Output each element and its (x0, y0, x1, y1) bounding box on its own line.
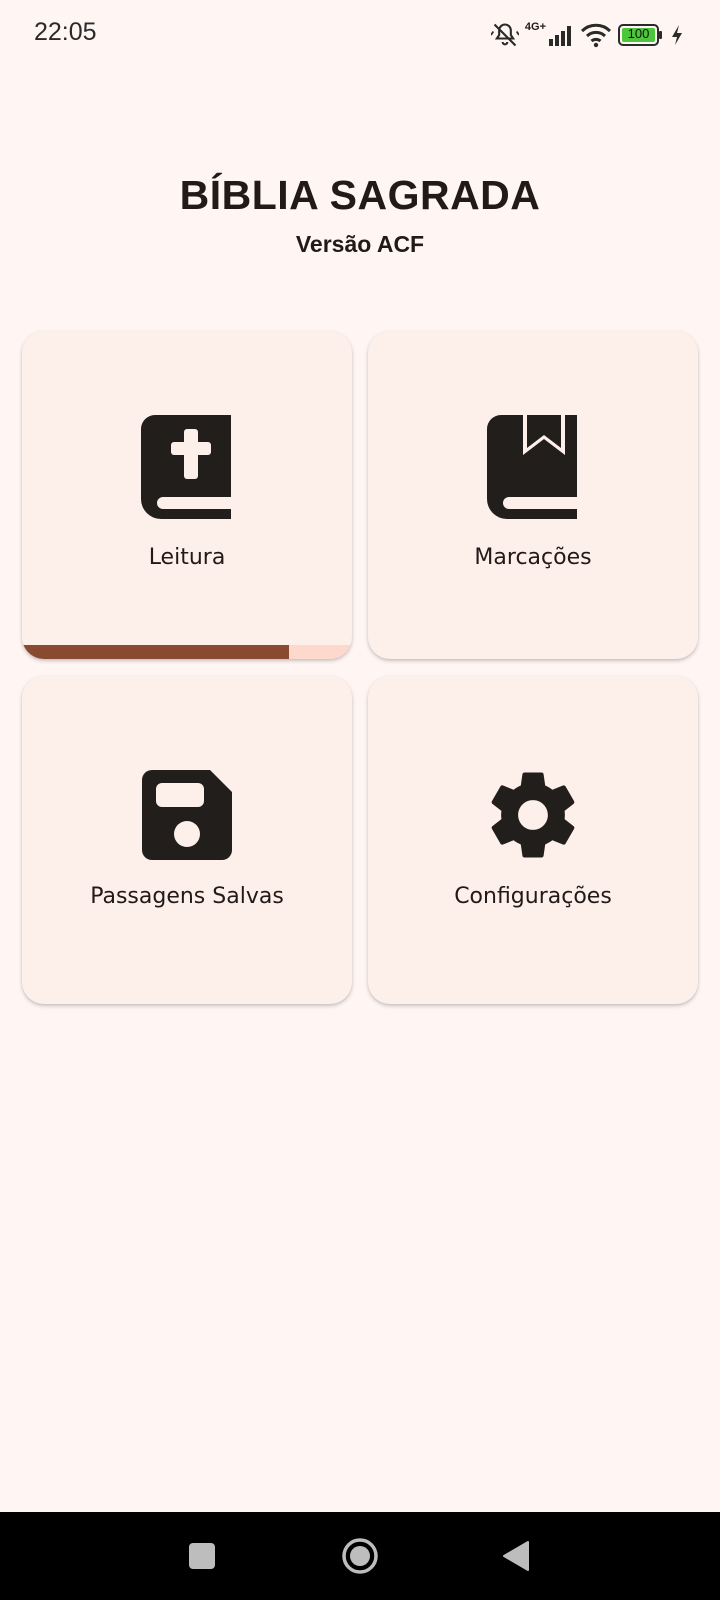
recents-button[interactable] (182, 1536, 222, 1576)
bible-icon (22, 415, 352, 519)
header: BÍBLIA SAGRADA Versão ACF (0, 172, 720, 258)
reading-label: Leitura (148, 545, 226, 570)
app-title: BÍBLIA SAGRADA (179, 172, 541, 218)
charging-bolt-icon (670, 24, 684, 46)
home-button[interactable] (340, 1536, 380, 1576)
wifi-icon (580, 22, 612, 48)
reading-progress-fill (22, 645, 290, 659)
bookmarks-card[interactable]: Marcações (368, 331, 698, 659)
back-button[interactable] (496, 1536, 536, 1576)
signal-icon (548, 23, 574, 47)
app-subtitle: Versão ACF (295, 231, 425, 257)
saved-passages-card[interactable]: Passagens Salvas (22, 676, 352, 1004)
bookmarked-book-icon (368, 415, 698, 519)
muted-bell-icon (490, 21, 519, 49)
circle-icon (342, 1538, 378, 1574)
status-time: 22:05 (34, 18, 97, 46)
status-bar: 22:05 4G+ 100 (0, 0, 720, 70)
settings-label: Configurações (454, 884, 612, 909)
battery-icon: 100 (618, 24, 664, 46)
reading-card[interactable]: Leitura (22, 331, 352, 659)
navigation-bar (0, 1512, 720, 1600)
settings-card[interactable]: Configurações (368, 676, 698, 1004)
reading-progress-bar (22, 645, 352, 659)
battery-level: 100 (627, 26, 650, 41)
floppy-disk-icon (22, 770, 352, 860)
square-icon (189, 1543, 215, 1569)
saved-passages-label: Passagens Salvas (90, 884, 284, 909)
network-type-label: 4G+ (524, 21, 546, 33)
bookmarks-label: Marcações (474, 545, 592, 570)
back-triangle-icon (503, 1541, 529, 1571)
gear-icon (368, 764, 698, 866)
status-icons: 4G+ 100 (490, 20, 684, 50)
